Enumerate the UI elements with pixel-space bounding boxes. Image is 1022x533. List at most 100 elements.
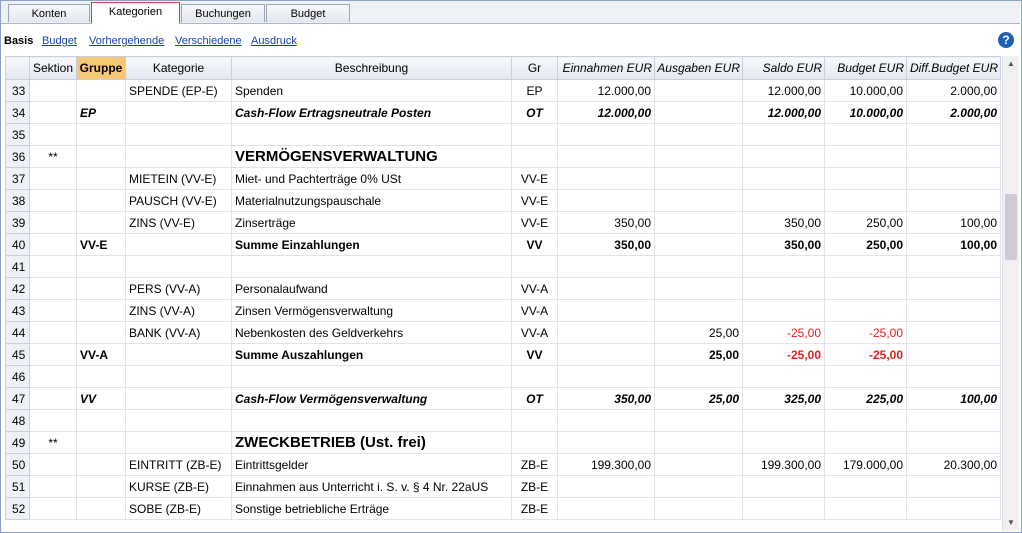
cell-budget[interactable] xyxy=(824,497,907,520)
row-number[interactable]: 44 xyxy=(5,321,30,344)
cell-ausgaben[interactable] xyxy=(654,497,743,520)
cell-einnahmen[interactable]: 12.000,00 xyxy=(557,79,655,102)
cell-gr[interactable] xyxy=(511,123,558,146)
cell-kategorie[interactable]: BANK (VV-A) xyxy=(125,321,232,344)
cell-gruppe[interactable]: EP xyxy=(76,101,126,124)
cell-gruppe[interactable] xyxy=(76,167,126,190)
row-number[interactable]: 52 xyxy=(5,497,30,520)
header-saldo[interactable]: Saldo EUR xyxy=(742,56,825,80)
cell-ausgaben[interactable] xyxy=(654,167,743,190)
cell-einnahmen[interactable] xyxy=(557,475,655,498)
cell-diff-budget[interactable] xyxy=(906,277,1001,300)
cell-gr[interactable]: VV-E xyxy=(511,211,558,234)
row-number[interactable]: 47 xyxy=(5,387,30,410)
cell-sektion[interactable] xyxy=(29,79,77,102)
cell-einnahmen[interactable]: 350,00 xyxy=(557,387,655,410)
row-number[interactable]: 48 xyxy=(5,409,30,432)
cell-saldo[interactable] xyxy=(742,277,825,300)
cell-budget[interactable]: 10.000,00 xyxy=(824,101,907,124)
view-verschiedene[interactable]: Verschiedene xyxy=(175,35,242,47)
view-ausdruck[interactable]: Ausdruck xyxy=(251,35,297,47)
cell-einnahmen[interactable] xyxy=(557,365,655,388)
cell-ausgaben[interactable] xyxy=(654,255,743,278)
cell-diff-budget[interactable] xyxy=(906,123,1001,146)
cell-ausgaben[interactable] xyxy=(654,431,743,454)
cell-gr[interactable]: VV-A xyxy=(511,321,558,344)
row-number[interactable]: 50 xyxy=(5,453,30,476)
cell-einnahmen[interactable] xyxy=(557,431,655,454)
cell-sektion[interactable] xyxy=(29,321,77,344)
cell-saldo[interactable] xyxy=(742,123,825,146)
tab-budget[interactable]: Budget xyxy=(266,4,350,22)
cell-diff-budget[interactable]: 2.000,00 xyxy=(906,101,1001,124)
cell-beschreibung[interactable] xyxy=(231,409,512,432)
cell-gruppe[interactable] xyxy=(76,145,126,168)
scrollbar-thumb[interactable] xyxy=(1005,194,1017,260)
cell-sektion[interactable] xyxy=(29,277,77,300)
cell-gr[interactable]: ZB-E xyxy=(511,497,558,520)
cell-beschreibung[interactable]: Sonstige betriebliche Erträge xyxy=(231,497,512,520)
cell-sektion[interactable] xyxy=(29,211,77,234)
cell-kategorie[interactable] xyxy=(125,431,232,454)
cell-einnahmen[interactable] xyxy=(557,321,655,344)
cell-beschreibung[interactable]: Miet- und Pachterträge 0% USt xyxy=(231,167,512,190)
cell-beschreibung[interactable]: Cash-Flow Ertragsneutrale Posten xyxy=(231,101,512,124)
cell-beschreibung[interactable]: VERMÖGENSVERWALTUNG xyxy=(231,145,512,168)
row-number[interactable]: 34 xyxy=(5,101,30,124)
cell-saldo[interactable] xyxy=(742,167,825,190)
cell-budget[interactable] xyxy=(824,431,907,454)
cell-beschreibung[interactable]: Nebenkosten des Geldverkehrs xyxy=(231,321,512,344)
cell-sektion[interactable] xyxy=(29,123,77,146)
row-number[interactable]: 43 xyxy=(5,299,30,322)
cell-gr[interactable] xyxy=(511,431,558,454)
cell-ausgaben[interactable]: 25,00 xyxy=(654,343,743,366)
cell-budget[interactable] xyxy=(824,167,907,190)
row-number[interactable]: 41 xyxy=(5,255,30,278)
cell-gruppe[interactable] xyxy=(76,189,126,212)
cell-gr[interactable]: VV xyxy=(511,233,558,256)
cell-kategorie[interactable] xyxy=(125,343,232,366)
cell-saldo[interactable]: -25,00 xyxy=(742,321,825,344)
cell-ausgaben[interactable] xyxy=(654,123,743,146)
cell-gr[interactable]: OT xyxy=(511,101,558,124)
cell-diff-budget[interactable] xyxy=(906,409,1001,432)
header-gr[interactable]: Gr xyxy=(511,56,558,80)
cell-saldo[interactable]: 12.000,00 xyxy=(742,79,825,102)
row-number[interactable]: 46 xyxy=(5,365,30,388)
cell-ausgaben[interactable]: 25,00 xyxy=(654,387,743,410)
cell-diff-budget[interactable] xyxy=(906,365,1001,388)
row-number[interactable]: 38 xyxy=(5,189,30,212)
row-number[interactable]: 40 xyxy=(5,233,30,256)
cell-saldo[interactable]: 350,00 xyxy=(742,233,825,256)
cell-gruppe[interactable] xyxy=(76,497,126,520)
cell-saldo[interactable] xyxy=(742,409,825,432)
header-ausgaben[interactable]: Ausgaben EUR xyxy=(654,56,743,80)
cell-beschreibung[interactable]: Einnahmen aus Unterricht i. S. v. § 4 Nr… xyxy=(231,475,512,498)
cell-budget[interactable] xyxy=(824,145,907,168)
cell-diff-budget[interactable]: 100,00 xyxy=(906,233,1001,256)
cell-kategorie[interactable] xyxy=(125,387,232,410)
cell-ausgaben[interactable] xyxy=(654,79,743,102)
cell-sektion[interactable] xyxy=(29,453,77,476)
cell-sektion[interactable] xyxy=(29,365,77,388)
cell-kategorie[interactable] xyxy=(125,255,232,278)
cell-ausgaben[interactable] xyxy=(654,189,743,212)
cell-gruppe[interactable] xyxy=(76,431,126,454)
cell-saldo[interactable] xyxy=(742,365,825,388)
cell-saldo[interactable] xyxy=(742,431,825,454)
cell-beschreibung[interactable] xyxy=(231,123,512,146)
tab-kategorien[interactable]: Kategorien xyxy=(91,2,180,24)
cell-einnahmen[interactable] xyxy=(557,123,655,146)
cell-gruppe[interactable] xyxy=(76,365,126,388)
cell-budget[interactable]: 250,00 xyxy=(824,211,907,234)
row-number[interactable]: 33 xyxy=(5,79,30,102)
cell-ausgaben[interactable] xyxy=(654,365,743,388)
cell-gr[interactable]: ZB-E xyxy=(511,475,558,498)
cell-einnahmen[interactable] xyxy=(557,189,655,212)
header-einnahmen[interactable]: Einnahmen EUR xyxy=(557,56,655,80)
cell-saldo[interactable]: 350,00 xyxy=(742,211,825,234)
cell-einnahmen[interactable] xyxy=(557,277,655,300)
cell-saldo[interactable]: -25,00 xyxy=(742,343,825,366)
cell-diff-budget[interactable] xyxy=(906,189,1001,212)
cell-einnahmen[interactable]: 350,00 xyxy=(557,211,655,234)
